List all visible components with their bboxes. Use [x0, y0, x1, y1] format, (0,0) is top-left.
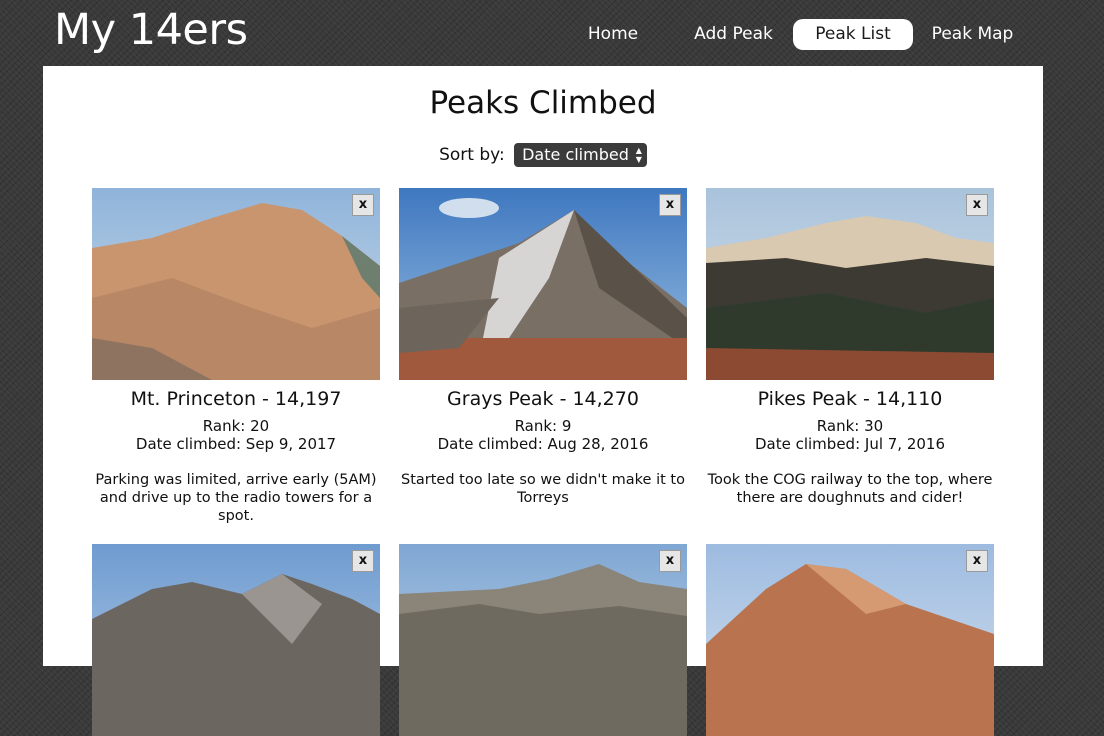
peak-date: Date climbed: Jul 7, 2016 [754, 435, 946, 453]
peak-name: Grays Peak - 14,270 [447, 388, 639, 410]
peak-date: Date climbed: Sep 9, 2017 [135, 435, 337, 453]
remove-button[interactable]: x [352, 550, 374, 572]
select-arrows-icon: ▲ ▼ [635, 146, 642, 164]
nav-peak-list[interactable]: Peak List [793, 19, 913, 50]
peak-notes: Parking was limited, arrive early (5AM) … [95, 472, 377, 524]
nav-home[interactable]: Home [571, 19, 655, 50]
page-title: Peaks Climbed [429, 85, 657, 121]
peak-name: Mt. Princeton - 14,197 [130, 388, 342, 410]
peak-rank: Rank: 20 [202, 417, 270, 435]
peak-photo [92, 188, 380, 380]
peak-notes: Started too late so we didn't make it to… [401, 472, 685, 506]
peak-photo [92, 544, 380, 736]
peak-photo [399, 544, 687, 736]
main-nav: Home Add Peak Peak List Peak Map [0, 19, 1104, 50]
peak-notes: Took the COG railway to the top, where t… [707, 472, 993, 506]
main-panel: Peaks Climbed Sort by: Date climbed ▲ ▼ x… [43, 66, 1043, 736]
nav-peak-map[interactable]: Peak Map [919, 19, 1026, 50]
sort-select-value: Date climbed [522, 145, 629, 164]
remove-button[interactable]: x [966, 550, 988, 572]
sort-select[interactable]: Date climbed ▲ ▼ [514, 143, 647, 167]
remove-button[interactable]: x [966, 194, 988, 216]
peak-rank: Rank: 30 [816, 417, 884, 435]
peak-photo [706, 544, 994, 736]
nav-add-peak[interactable]: Add Peak [680, 19, 787, 50]
peak-name: Pikes Peak - 14,110 [757, 388, 943, 410]
peak-photo [706, 188, 994, 380]
peak-date: Date climbed: Aug 28, 2016 [437, 435, 649, 453]
sort-label: Sort by: [439, 145, 505, 165]
peak-rank: Rank: 9 [514, 417, 572, 435]
peak-photo [399, 188, 687, 380]
sort-row: Sort by: Date climbed ▲ ▼ [43, 143, 1043, 167]
remove-button[interactable]: x [352, 194, 374, 216]
remove-button[interactable]: x [659, 194, 681, 216]
remove-button[interactable]: x [659, 550, 681, 572]
